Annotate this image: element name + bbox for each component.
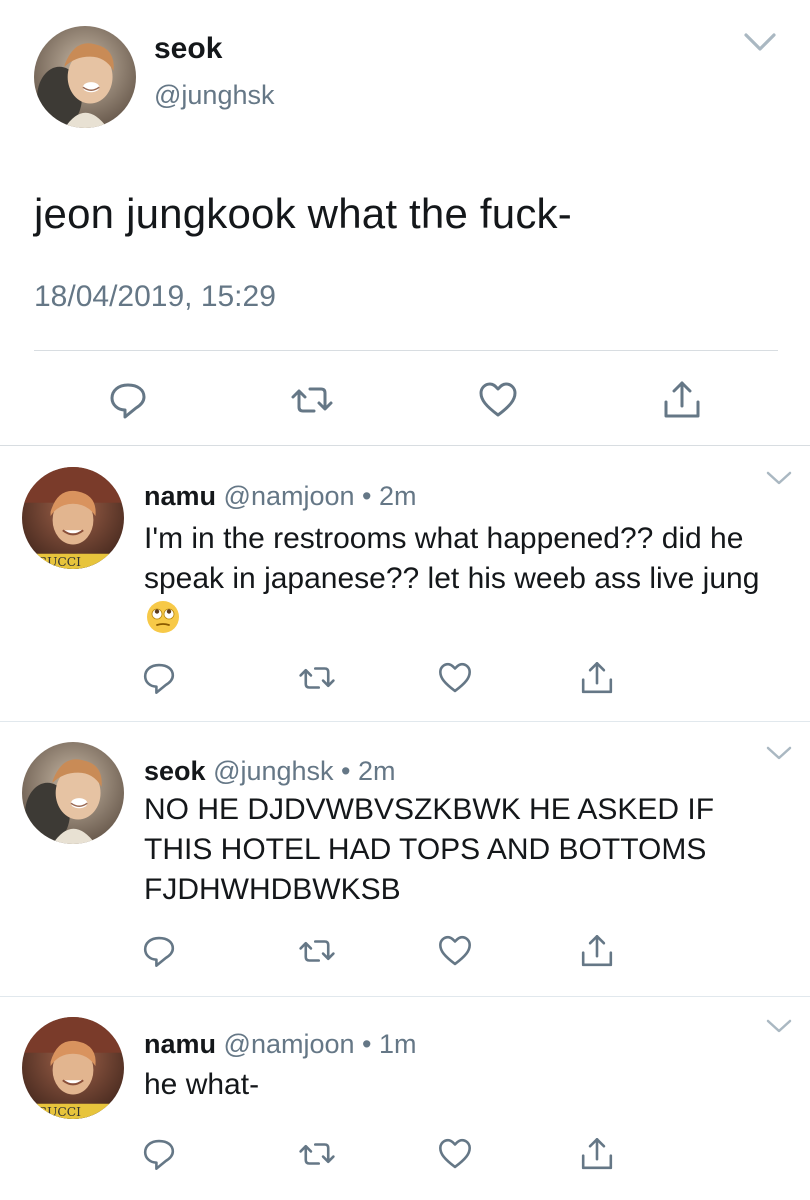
action-bar	[0, 659, 810, 703]
reply-icon[interactable]	[140, 1135, 178, 1173]
separator: •	[354, 1029, 379, 1059]
user-handle[interactable]: @namjoon	[224, 481, 355, 511]
reply-tweet[interactable]: GUCCI namu @namjoon • 1m he what-	[0, 997, 810, 1200]
eye-roll-emoji	[146, 600, 180, 634]
display-name[interactable]: seok	[154, 32, 222, 66]
svg-text:GUCCI: GUCCI	[37, 555, 81, 569]
display-name[interactable]: namu	[144, 481, 216, 511]
user-handle[interactable]: @namjoon	[224, 1029, 355, 1059]
separator: •	[333, 756, 359, 786]
chevron-down-icon[interactable]	[742, 30, 778, 54]
reply-time[interactable]: 2m	[358, 756, 396, 786]
tweet-timestamp[interactable]: 18/04/2019, 15:29	[34, 280, 276, 314]
avatar[interactable]: GUCCI	[22, 467, 124, 569]
reply-icon[interactable]	[140, 932, 178, 970]
svg-text:GUCCI: GUCCI	[37, 1105, 81, 1119]
share-icon[interactable]	[578, 932, 616, 970]
display-name[interactable]: namu	[144, 1029, 216, 1059]
display-name[interactable]: seok	[144, 756, 206, 786]
reply-text: I'm in the restrooms what happened?? did…	[144, 519, 784, 639]
avatar[interactable]: GUCCI	[22, 1017, 124, 1119]
reply-time[interactable]: 2m	[379, 481, 417, 511]
chevron-down-icon[interactable]	[764, 469, 794, 487]
reply-header: seok @junghsk • 2m	[144, 756, 396, 787]
divider	[34, 350, 778, 351]
retweet-icon[interactable]	[298, 932, 336, 970]
retweet-icon[interactable]	[298, 1135, 336, 1173]
retweet-icon[interactable]	[298, 659, 336, 697]
reply-tweet[interactable]: seok @junghsk • 2m NO HE DJDVWBVSZKBWK H…	[0, 722, 810, 997]
reply-header: namu @namjoon • 1m	[144, 1029, 417, 1060]
separator: •	[354, 481, 379, 511]
avatar[interactable]	[34, 26, 136, 128]
action-bar	[0, 1135, 810, 1179]
user-handle[interactable]: @junghsk	[154, 80, 274, 111]
reply-text: NO HE DJDVWBVSZKBWK HE ASKED IF THIS HOT…	[144, 793, 715, 906]
reply-tweet[interactable]: GUCCI namu @namjoon • 2m I'm in the rest…	[0, 447, 810, 722]
chevron-down-icon[interactable]	[764, 744, 794, 762]
reply-icon[interactable]	[140, 659, 178, 697]
reply-text: he what-	[144, 1068, 260, 1101]
share-icon[interactable]	[660, 378, 704, 422]
main-tweet: seok @junghsk jeon jungkook what the fuc…	[0, 0, 810, 446]
action-bar	[0, 372, 810, 428]
share-icon[interactable]	[578, 659, 616, 697]
retweet-icon[interactable]	[290, 378, 334, 422]
share-icon[interactable]	[578, 1135, 616, 1173]
like-icon[interactable]	[436, 1135, 474, 1173]
like-icon[interactable]	[436, 659, 474, 697]
reply-header: namu @namjoon • 2m	[144, 481, 417, 512]
avatar[interactable]	[22, 742, 124, 844]
reply-icon[interactable]	[106, 378, 150, 422]
chevron-down-icon[interactable]	[764, 1017, 794, 1035]
like-icon[interactable]	[436, 932, 474, 970]
reply-time[interactable]: 1m	[379, 1029, 417, 1059]
action-bar	[0, 932, 810, 976]
reply-text-body: I'm in the restrooms what happened?? did…	[144, 522, 760, 595]
user-handle[interactable]: @junghsk	[213, 756, 333, 786]
tweet-text: jeon jungkook what the fuck-	[34, 190, 572, 237]
like-icon[interactable]	[476, 378, 520, 422]
